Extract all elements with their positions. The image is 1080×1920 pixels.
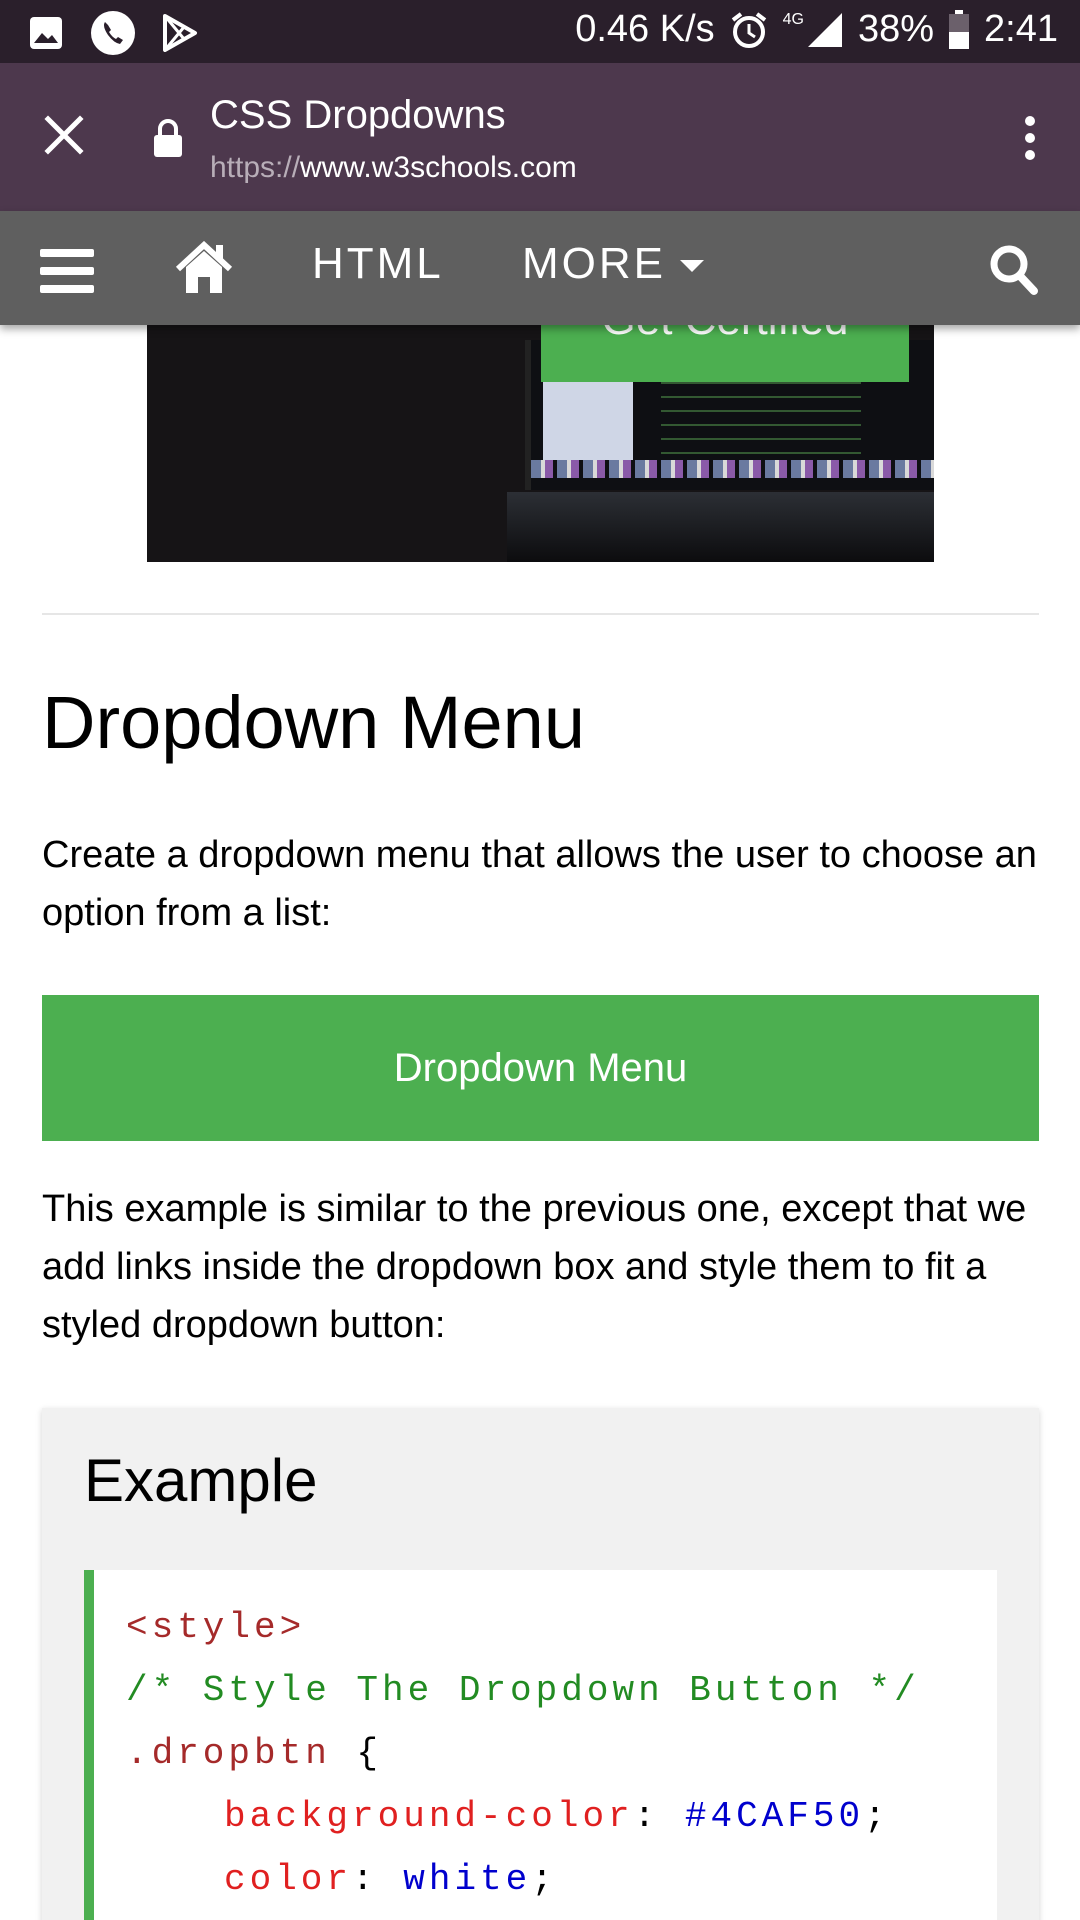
play-store-icon	[163, 14, 197, 52]
code-selector: .dropbtn	[126, 1733, 331, 1774]
network-type: 4G	[782, 10, 804, 28]
code-line: .dropbtn {	[126, 1722, 997, 1785]
site-navbar: HTML MORE	[0, 211, 1080, 325]
code-block: <style> /* Style The Dropdown Button */ …	[84, 1570, 997, 1920]
description-paragraph: This example is similar to the previous …	[42, 1188, 1027, 1346]
image-icon	[30, 17, 62, 49]
home-icon[interactable]	[176, 241, 232, 295]
lock-icon	[154, 119, 182, 157]
signal-indicator: 4G	[783, 11, 844, 49]
dropdown-menu-button[interactable]: Dropdown Menu	[42, 995, 1039, 1141]
alarm-icon	[731, 11, 766, 48]
status-bar: 0.46 K/s 4G 38% 2:41	[0, 0, 1080, 63]
close-icon[interactable]	[40, 111, 88, 159]
page-url[interactable]: https://www.w3schools.com	[210, 151, 577, 185]
code-line: background-color: #4CAF50;	[224, 1796, 890, 1837]
code-comment: /* Style The Dropdown Button */	[126, 1670, 920, 1711]
page-title: CSS Dropdowns	[210, 93, 506, 137]
code-property: background-color	[224, 1796, 634, 1837]
hamburger-menu-icon[interactable]	[40, 249, 94, 293]
browser-toolbar: CSS Dropdowns https://www.w3schools.com	[0, 63, 1080, 211]
code-property: color	[224, 1859, 353, 1900]
clock: 2:41	[984, 8, 1058, 50]
code-value: white	[403, 1859, 532, 1900]
section-heading: Dropdown Menu	[42, 681, 585, 764]
code-line: /* Style The Dropdown Button */	[126, 1659, 997, 1722]
example-box: Example <style> /* Style The Dropdown Bu…	[42, 1408, 1039, 1920]
code-brace: {	[330, 1733, 383, 1774]
divider	[42, 613, 1039, 615]
banner-dock	[531, 460, 934, 478]
code-line: <style>	[126, 1596, 997, 1659]
status-icons-left	[28, 10, 198, 56]
nav-html-link[interactable]: HTML	[312, 239, 444, 289]
url-host: www.w3schools.com	[300, 151, 577, 184]
net-speed: 0.46 K/s	[575, 8, 715, 50]
url-scheme: https://	[210, 151, 301, 184]
banner-screen-code	[661, 380, 861, 460]
signal-icon	[807, 12, 842, 47]
code-tag: <style>	[126, 1607, 306, 1648]
banner-laptop-base	[507, 492, 934, 562]
battery-percent: 38%	[857, 8, 935, 50]
nav-more-label: MORE	[522, 239, 666, 288]
nav-more-dropdown[interactable]: MORE	[522, 239, 704, 289]
caret-down-icon	[680, 260, 704, 272]
example-title: Example	[84, 1447, 318, 1514]
status-icons-right: 0.46 K/s 4G 38% 2:41	[575, 8, 1058, 51]
intro-paragraph: Create a dropdown menu that allows the u…	[42, 834, 1037, 934]
code-line: color: white;	[224, 1859, 557, 1900]
phone-icon	[91, 11, 135, 55]
code-value: #4CAF50	[684, 1796, 865, 1837]
search-icon[interactable]	[988, 243, 1038, 295]
more-vert-icon[interactable]	[1020, 115, 1040, 161]
get-certified-banner[interactable]: Get Certified	[147, 300, 934, 562]
battery-icon	[949, 9, 970, 49]
